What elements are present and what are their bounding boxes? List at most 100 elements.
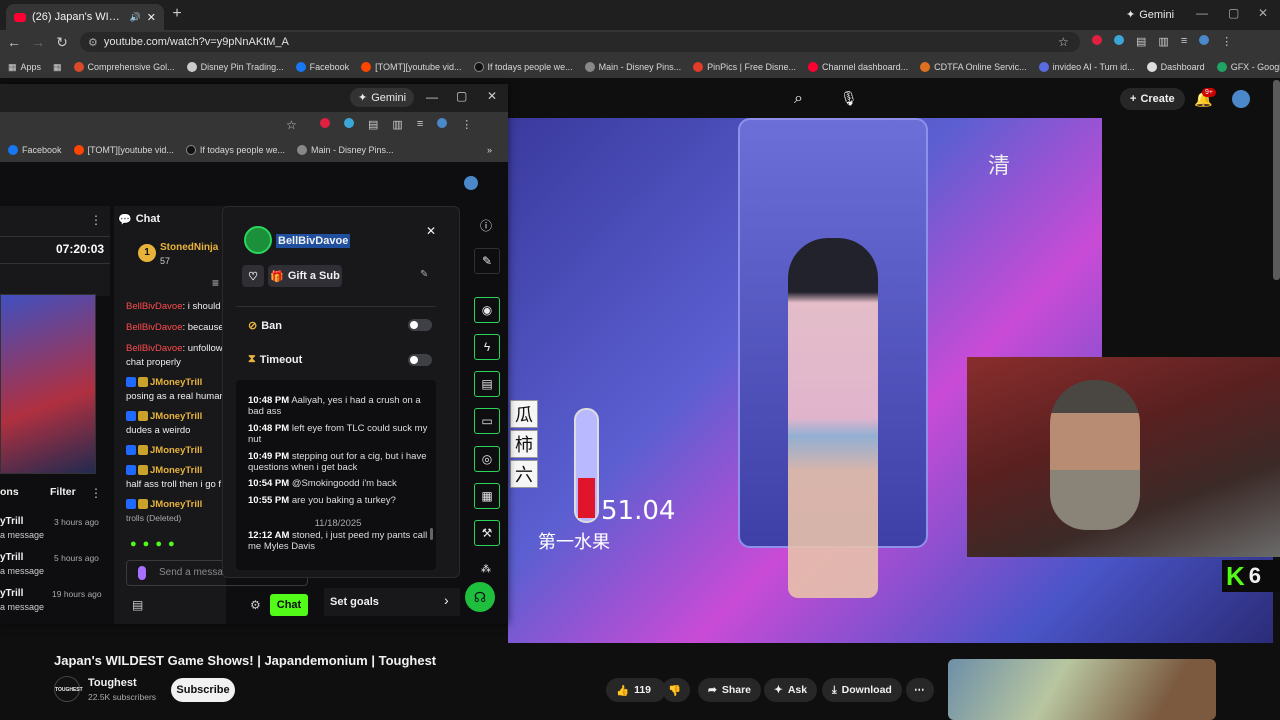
speaker-icon[interactable]: 🔊 bbox=[130, 12, 141, 23]
bookmark-item[interactable]: Disney Pin Trading... bbox=[186, 62, 284, 72]
media-icon[interactable]: ≡ bbox=[417, 118, 423, 131]
bookmark-item[interactable]: Facebook bbox=[8, 145, 62, 155]
bookmark-item[interactable]: If todays people we... bbox=[473, 62, 573, 72]
site-info-icon[interactable]: ⚙ bbox=[88, 36, 98, 49]
emote-icon[interactable]: ● bbox=[168, 538, 175, 550]
history-scrollbar[interactable] bbox=[430, 528, 433, 540]
bookmark-item[interactable]: ▦ Apps bbox=[8, 62, 41, 73]
filter-button[interactable]: Filter bbox=[50, 486, 76, 498]
share-nodes-icon[interactable]: ⁂ bbox=[481, 564, 491, 575]
bookmark-item[interactable]: Main - Disney Pins... bbox=[584, 62, 681, 72]
forward-icon[interactable]: → bbox=[30, 34, 46, 50]
layout-icon[interactable]: ▦ bbox=[474, 483, 500, 509]
profile-avatar[interactable] bbox=[1199, 35, 1210, 45]
browser-tab-active[interactable]: (26) Japan's WILDEST Game 🔊 ✕ bbox=[6, 4, 164, 30]
list-more-icon[interactable]: ⋮ bbox=[90, 486, 102, 500]
bookmark-item[interactable]: [TOMT][youtube vid... bbox=[361, 62, 462, 72]
bookmark-star-icon[interactable]: ☆ bbox=[1058, 35, 1069, 49]
bookmark-item[interactable]: invideo AI - Turn id... bbox=[1038, 62, 1135, 72]
subscribe-button[interactable]: Subscribe bbox=[171, 678, 235, 702]
bookmark-item[interactable]: [TOMT][youtube vid... bbox=[73, 145, 174, 155]
broadcast-icon[interactable]: ◎ bbox=[474, 446, 500, 472]
gemini-button[interactable]: ✦ Gemini bbox=[1126, 8, 1174, 22]
minimize-icon[interactable]: — bbox=[1196, 6, 1208, 20]
channel-name[interactable]: Toughest bbox=[88, 677, 137, 689]
ask-button[interactable]: ✦ Ask bbox=[764, 678, 818, 702]
popup-gemini-button[interactable]: ✦ Gemini bbox=[350, 88, 415, 107]
chevron-right-icon[interactable]: › bbox=[444, 592, 449, 608]
bookmark-item[interactable]: GFX - Google Drive bbox=[1216, 62, 1280, 72]
pin-icon[interactable]: ✎ bbox=[420, 269, 428, 280]
bookmarks-overflow-icon[interactable]: » bbox=[487, 145, 492, 155]
extension-red-icon[interactable] bbox=[320, 118, 330, 128]
edit-icon[interactable]: ✎ bbox=[474, 248, 500, 274]
bookmark-item[interactable]: Main - Disney Pins... bbox=[296, 145, 394, 155]
extension-red-icon[interactable] bbox=[1092, 35, 1102, 45]
menu-kebab-icon[interactable]: ⋮ bbox=[1221, 35, 1232, 48]
set-goals-button[interactable]: Set goals bbox=[324, 588, 460, 616]
more-actions-button[interactable]: ⋯ bbox=[906, 678, 934, 702]
bookmark-item[interactable]: CDTFA Online Servic... bbox=[920, 62, 1027, 72]
download-button[interactable]: ⤓ Download bbox=[822, 678, 902, 702]
profile-avatar[interactable] bbox=[437, 118, 448, 128]
chat-send-button[interactable]: Chat bbox=[270, 594, 308, 616]
puzzle-icon[interactable]: ▤ bbox=[368, 118, 378, 131]
lightning-icon[interactable]: ϟ bbox=[474, 334, 500, 360]
bookmark-item[interactable]: If todays people we... bbox=[185, 145, 285, 155]
search-icon[interactable]: ⌕ bbox=[794, 90, 803, 108]
bookmark-item[interactable]: Dashboard bbox=[1146, 62, 1205, 72]
dislike-button[interactable]: 👎 bbox=[662, 678, 690, 702]
puzzle-icon[interactable]: ▤ bbox=[1136, 35, 1146, 48]
stream-more-icon[interactable]: ⋮ bbox=[90, 213, 102, 227]
info-icon[interactable]: ⓘ bbox=[480, 217, 492, 234]
create-button[interactable]: + Create bbox=[1120, 88, 1185, 110]
sidepanel-icon[interactable]: ▥ bbox=[392, 118, 402, 131]
popup-close-icon[interactable]: ✕ bbox=[487, 89, 497, 103]
ban-toggle[interactable] bbox=[408, 319, 432, 331]
bookmark-item[interactable]: Channel dashboard... bbox=[808, 62, 908, 72]
page-scrollbar[interactable] bbox=[1273, 80, 1280, 280]
microphone-icon[interactable]: 🎙 bbox=[840, 90, 858, 107]
support-headset-button[interactable]: ☊ bbox=[465, 582, 495, 612]
document-icon[interactable]: ▤ bbox=[474, 371, 500, 397]
menu-kebab-icon[interactable]: ⋮ bbox=[461, 118, 472, 131]
bookmark-item[interactable]: Comprehensive Gol... bbox=[73, 62, 175, 72]
new-tab-button[interactable]: + bbox=[168, 6, 186, 24]
emote-icon[interactable]: ● bbox=[130, 538, 137, 550]
bookmark-item[interactable]: Facebook bbox=[295, 62, 349, 72]
card-username[interactable]: BellBivDavoe bbox=[276, 234, 351, 248]
sidepanel-icon[interactable]: ▥ bbox=[1158, 35, 1168, 48]
timeout-toggle[interactable] bbox=[408, 354, 432, 366]
chat-bubble-icon[interactable]: ▭ bbox=[474, 408, 500, 434]
reload-icon[interactable]: ↻ bbox=[54, 34, 70, 51]
card-close-icon[interactable]: ✕ bbox=[426, 224, 436, 238]
emote-icon[interactable]: ● bbox=[143, 538, 150, 550]
chat-settings-icon[interactable]: ⚙ bbox=[250, 598, 261, 612]
popup-user-avatar[interactable] bbox=[464, 176, 478, 190]
account-avatar[interactable] bbox=[1232, 90, 1250, 108]
bookmark-item[interactable]: ▦ bbox=[53, 62, 62, 73]
list-item-name[interactable]: yTrill bbox=[0, 552, 23, 563]
leaderboard-name[interactable]: StonedNinja bbox=[160, 242, 218, 253]
wrench-icon[interactable]: ⚒ bbox=[474, 520, 500, 546]
stream-preview[interactable] bbox=[0, 294, 96, 474]
maximize-icon[interactable]: ▢ bbox=[1228, 6, 1239, 20]
media-icon[interactable]: ≡ bbox=[1181, 35, 1187, 48]
close-window-icon[interactable]: ✕ bbox=[1258, 6, 1268, 20]
camera-icon[interactable]: ◉ bbox=[474, 297, 500, 323]
chat-identity-icon[interactable] bbox=[138, 566, 146, 580]
emote-icon[interactable]: ● bbox=[155, 538, 162, 550]
store-icon[interactable]: ▤ bbox=[132, 598, 143, 612]
share-button[interactable]: ➦ Share bbox=[698, 678, 761, 702]
extension-blue-icon[interactable] bbox=[344, 118, 354, 128]
like-button[interactable]: 👍 119 bbox=[606, 678, 666, 702]
list-item-name[interactable]: yTrill bbox=[0, 516, 23, 527]
popup-minimize-icon[interactable]: — bbox=[426, 90, 438, 104]
popup-maximize-icon[interactable]: ▢ bbox=[456, 89, 467, 103]
address-bar[interactable]: ⚙ youtube.com/watch?v=y9pNnAKtM_A bbox=[80, 32, 1080, 52]
back-icon[interactable]: ← bbox=[6, 34, 22, 50]
tab-close-icon[interactable]: ✕ bbox=[147, 11, 156, 24]
channel-logo[interactable]: TOUGHEST bbox=[54, 676, 83, 702]
list-item-name[interactable]: yTrill bbox=[0, 588, 23, 599]
recommended-video-thumbnail[interactable] bbox=[948, 659, 1216, 720]
